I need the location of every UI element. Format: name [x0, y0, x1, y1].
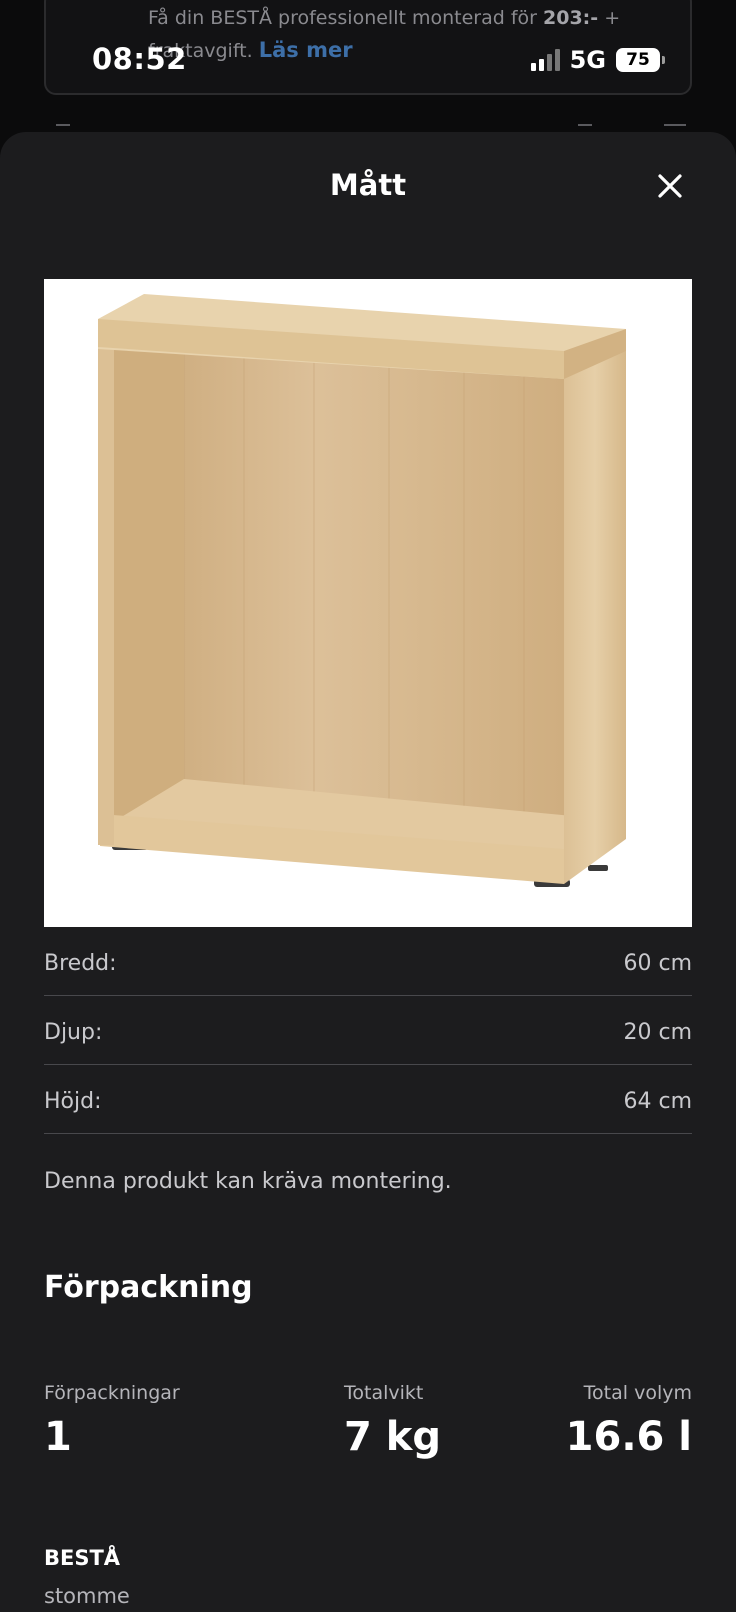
stat-label: Total volym [583, 1382, 692, 1404]
close-icon [658, 174, 682, 198]
status-time: 08:52 [92, 42, 187, 76]
packaging-stats: Förpackningar 1 Totalvikt 7 kg Total vol… [44, 1382, 692, 1492]
shelf-illustration [98, 294, 626, 887]
dimension-value: 60 cm [623, 950, 692, 976]
dimensions-sheet: Mått Bredd: 60 cm Djup: 20 cm Höjd: 64 c… [0, 132, 736, 1612]
stat-value: 1 [44, 1414, 72, 1460]
package-product-description: stomme [44, 1584, 130, 1608]
dimension-value: 64 cm [623, 1088, 692, 1114]
stat-value: 7 kg [344, 1414, 441, 1460]
stat-label: Totalvikt [344, 1382, 424, 1404]
assembly-note: Denna produkt kan kräva montering. [44, 1169, 452, 1194]
dimensions-list: Bredd: 60 cm Djup: 20 cm Höjd: 64 cm [44, 927, 692, 1134]
stat-value: 16.6 l [565, 1414, 692, 1460]
read-more-link[interactable]: Läs mer [259, 38, 353, 62]
sheet-title: Mått [329, 168, 407, 202]
close-button[interactable] [642, 158, 698, 214]
volume-stat: Total volym 16.6 l [566, 1382, 692, 1460]
stat-label: Förpackningar [44, 1382, 180, 1404]
dimension-label: Djup: [44, 1019, 103, 1045]
dimension-label: Höjd: [44, 1088, 102, 1114]
network-type: 5G [569, 46, 606, 74]
dimension-row-depth: Djup: 20 cm [44, 996, 692, 1065]
dimension-label: Bredd: [44, 950, 117, 976]
weight-stat: Totalvikt 7 kg [344, 1382, 441, 1460]
dimension-value: 20 cm [623, 1019, 692, 1045]
packaging-heading: Förpackning [44, 1270, 253, 1305]
cellular-signal-icon [530, 49, 560, 71]
dimension-row-width: Bredd: 60 cm [44, 927, 692, 996]
dimension-row-height: Höjd: 64 cm [44, 1065, 692, 1134]
battery-icon: 75 [616, 48, 665, 72]
packages-stat: Förpackningar 1 [44, 1382, 180, 1460]
battery-level: 75 [626, 50, 650, 70]
product-image [44, 279, 692, 927]
status-indicators: 5G 75 [530, 46, 665, 74]
package-product-name: BESTÅ [44, 1546, 121, 1570]
